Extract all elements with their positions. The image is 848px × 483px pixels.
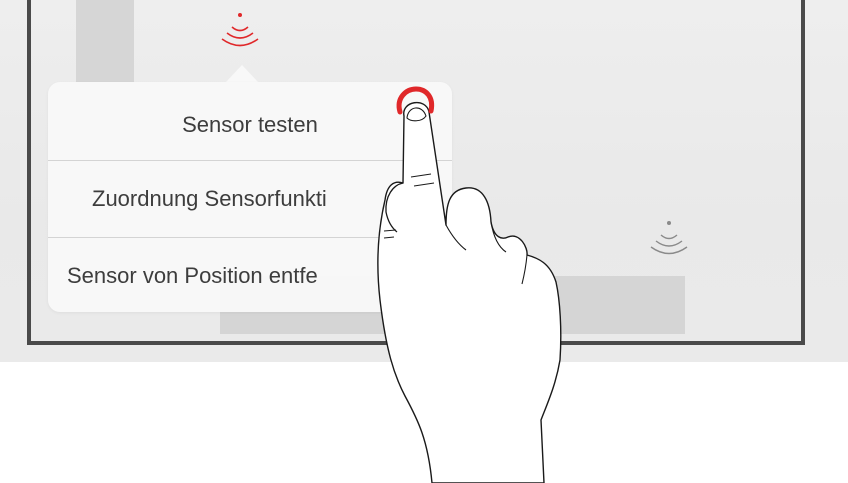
menu-item-label: Sensor von Position entfe — [67, 263, 318, 288]
menu-item-remove-sensor[interactable]: Sensor von Position entfe — [48, 238, 452, 314]
wireless-sensor-icon[interactable] — [219, 10, 261, 50]
menu-item-label: Zuordnung Sensorfunkti — [92, 186, 327, 211]
menu-item-label: Sensor testen — [182, 112, 318, 137]
menu-item-assign-sensor-function[interactable]: Zuordnung Sensorfunkti — [48, 161, 452, 237]
app-screen: Sensor testen Zuordnung Sensorfunkti Sen… — [0, 0, 848, 483]
tap-indicator-icon — [396, 86, 435, 115]
sensor-context-menu: Sensor testen Zuordnung Sensorfunkti Sen… — [48, 82, 452, 312]
wireless-sensor-icon[interactable] — [648, 218, 690, 258]
menu-item-test-sensor[interactable]: Sensor testen — [48, 87, 452, 163]
popover-arrow — [226, 65, 258, 82]
